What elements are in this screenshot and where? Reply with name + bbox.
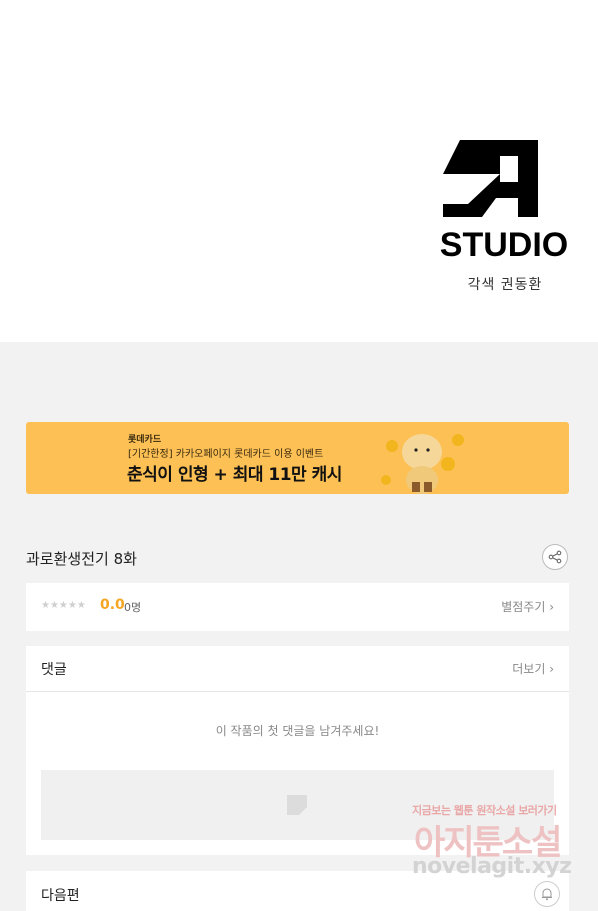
- episode-title: 과로환생전기 8화: [26, 550, 137, 568]
- cover-image-area: STUDIO 각색 권동환: [0, 0, 598, 342]
- comments-card: 댓글 더보기 › 이 작품의 첫 댓글을 남겨주세요!: [26, 646, 569, 855]
- share-icon: [548, 550, 562, 564]
- next-episode-label: 다음편: [41, 888, 80, 904]
- studio-logo-text: STUDIO: [440, 226, 568, 264]
- comments-empty-message: 이 작품의 첫 댓글을 남겨주세요!: [215, 724, 380, 738]
- bell-icon: [542, 888, 552, 901]
- rate-button[interactable]: 별점주기 ›: [501, 598, 554, 615]
- write-icon: [287, 795, 307, 815]
- comments-title: 댓글: [41, 662, 67, 678]
- rating-count: 0명: [124, 601, 142, 614]
- rating-score: 0.0: [100, 597, 125, 613]
- rating-stars: ★★★★★: [41, 600, 86, 611]
- choonsik-character-image: [381, 434, 464, 494]
- event-banner[interactable]: 롯데카드 [기간한정] 카카오페이지 롯데카드 이용 이벤트 춘식이 인형 + …: [26, 422, 569, 494]
- credit-text: 각색 권동환: [467, 277, 543, 293]
- rating-card: ★★★★★ 0.0 0명 별점주기 ›: [26, 583, 569, 631]
- comments-more-link[interactable]: 더보기 ›: [512, 660, 554, 677]
- banner-subtitle: [기간한정] 카카오페이지 롯데카드 이용 이벤트: [128, 449, 324, 460]
- notification-button[interactable]: [534, 881, 560, 907]
- comments-header: 댓글 더보기 ›: [26, 646, 569, 692]
- comment-input[interactable]: [41, 770, 554, 840]
- next-episode-card[interactable]: 다음편: [26, 871, 569, 911]
- banner-brand: 롯데카드: [128, 435, 162, 445]
- share-button[interactable]: [542, 544, 568, 570]
- banner-title: 춘식이 인형 + 최대 11만 캐시: [127, 465, 342, 485]
